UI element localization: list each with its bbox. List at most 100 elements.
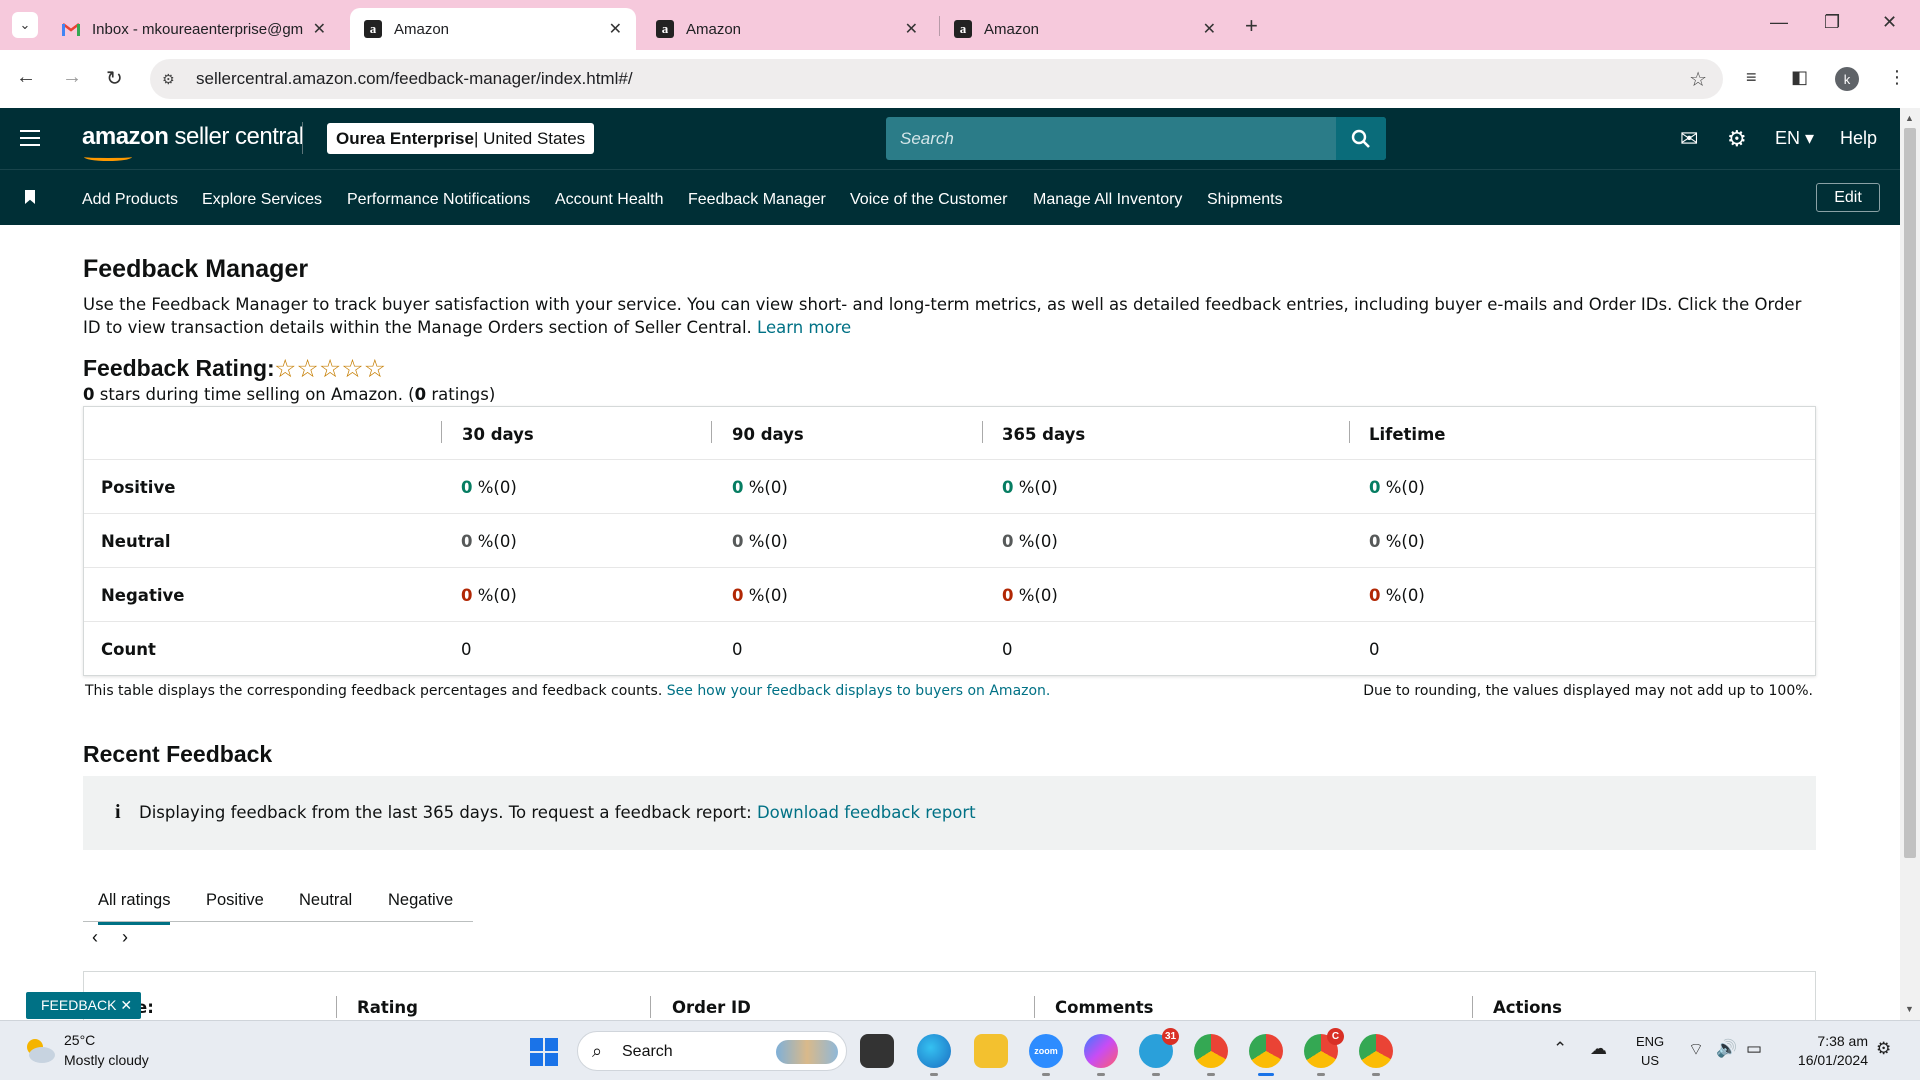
seller-search-input[interactable]: Search [886,117,1386,160]
partly-cloudy-icon[interactable] [22,1035,56,1065]
main-content: Feedback Manager Use the Feedback Manage… [0,225,1900,1020]
nav-shipments[interactable]: Shipments [1207,191,1283,209]
task-view-icon[interactable] [860,1034,894,1068]
tab-amazon-3[interactable]: a Amazon ✕ [940,8,1230,50]
reload-icon[interactable]: ↻ [106,66,123,91]
show-hidden-icons-chevron-icon[interactable]: ⌃ [1553,1039,1567,1059]
edge-icon[interactable] [917,1034,951,1076]
scroll-up-icon[interactable]: ▲ [1905,113,1914,123]
search-button[interactable] [1336,117,1386,160]
windows-taskbar: 25°C Mostly cloudy ⌕ Search zoom 31 C ⌃ … [0,1020,1920,1080]
table-row-neutral: Neutral 0 %(0) 0 %(0) 0 %(0) 0 %(0) [84,514,1815,568]
chrome-menu-icon[interactable]: ⋮ [1888,67,1906,88]
page-scrollbar[interactable]: ▲ ▼ [1900,108,1920,1020]
close-tab-icon[interactable]: ✕ [609,19,622,39]
tab-amazon-2[interactable]: a Amazon ✕ [642,8,932,50]
url-text[interactable]: sellercentral.amazon.com/feedback-manage… [196,69,633,89]
rounding-note: Due to rounding, the values displayed ma… [1363,683,1813,699]
edit-bookmarks-button[interactable]: Edit [1816,183,1880,212]
system-clock[interactable]: 7:38 am 16/01/2024 [1788,1032,1868,1070]
table-header-row: 30 days 90 days 365 days Lifetime [84,407,1815,460]
close-tab-icon[interactable]: ✕ [1203,19,1216,39]
nav-account-health[interactable]: Account Health [555,191,664,209]
hamburger-menu-icon[interactable] [20,130,40,151]
restore-icon[interactable]: ❐ [1824,12,1840,33]
messenger-icon[interactable] [1084,1034,1118,1076]
zoom-icon[interactable]: zoom [1029,1034,1063,1076]
close-tab-icon[interactable]: ✕ [905,19,918,39]
info-alert: i Displaying feedback from the last 365 … [83,776,1816,850]
chrome-profile-4-icon[interactable] [1359,1034,1393,1076]
window-close-icon[interactable]: ✕ [1882,12,1897,33]
search-icon [1351,129,1370,148]
chrome-profile-3-icon[interactable]: C [1304,1028,1344,1076]
col-order-id: Order ID [672,998,751,1017]
previous-page-icon[interactable]: ‹ [92,927,98,948]
onedrive-icon[interactable]: ☁ [1590,1039,1607,1059]
side-panel-icon[interactable]: ◧ [1791,67,1808,88]
tab-positive[interactable]: Positive [206,891,264,910]
help-link[interactable]: Help [1840,128,1877,149]
wifi-icon[interactable]: ⌔ [1688,1039,1704,1060]
feedback-rating-title: Feedback Rating: [83,355,275,381]
col-comments: Comments [1055,998,1154,1017]
amazon-seller-central-logo[interactable]: amazon seller central [82,123,304,161]
col-rating: Rating [357,998,418,1017]
new-tab-plus-icon[interactable]: + [1245,13,1258,39]
back-arrow-icon[interactable]: ← [16,66,36,89]
seller-central-header: amazon seller central Ourea Enterprise |… [0,108,1900,169]
feedback-widget-button[interactable]: FEEDBACK ✕ [26,992,142,1019]
address-bar[interactable]: ⚙ sellercentral.amazon.com/feedback-mana… [150,59,1723,99]
tab-neutral[interactable]: Neutral [299,891,352,910]
file-explorer-icon[interactable] [974,1034,1008,1068]
feedback-metrics-table: 30 days 90 days 365 days Lifetime Positi… [83,406,1816,676]
tab-all-ratings[interactable]: All ratings [98,891,171,925]
tab-gmail[interactable]: Inbox - mkoureaenterprise@gm ✕ [48,8,340,50]
nav-voice-of-customer[interactable]: Voice of the Customer [850,191,1007,209]
nav-explore-services[interactable]: Explore Services [202,191,322,209]
tab-search-chevron-icon[interactable]: ⌄ [12,12,38,38]
nav-add-products[interactable]: Add Products [82,191,178,209]
minimize-icon[interactable]: — [1770,12,1788,33]
rating-filter-tabs: All ratings Positive Neutral Negative [83,874,473,925]
col-30-days: 30 days [462,425,534,444]
learn-more-link[interactable]: Learn more [757,318,851,337]
feedback-display-link[interactable]: See how your feedback displays to buyers… [667,683,1051,699]
col-actions: Actions [1493,998,1562,1017]
language-selector[interactable]: EN ▾ [1775,128,1814,149]
weather-temperature: 25°C [64,1032,96,1048]
windows-start-icon[interactable] [530,1038,558,1066]
gear-icon[interactable]: ⚙ [1727,126,1747,152]
nav-feedback-manager[interactable]: Feedback Manager [688,191,826,209]
download-report-link[interactable]: Download feedback report [757,803,976,822]
scroll-down-icon[interactable]: ▼ [1905,1004,1914,1014]
notifications-icon[interactable]: ⚙ [1876,1039,1891,1059]
chrome-profile-1-icon[interactable] [1194,1034,1228,1076]
bookmark-star-icon[interactable]: ☆ [1689,67,1707,92]
table-row-negative: Negative 0 %(0) 0 %(0) 0 %(0) 0 %(0) [84,568,1815,622]
scroll-thumb[interactable] [1904,128,1916,858]
recent-feedback-title: Recent Feedback [83,741,273,767]
store-switcher[interactable]: Ourea Enterprise | United States [327,123,595,154]
tab-amazon-active[interactable]: a Amazon ✕ [350,8,636,50]
battery-icon[interactable]: ▭ [1746,1039,1762,1059]
amazon-icon: a [954,20,972,38]
close-tab-icon[interactable]: ✕ [313,19,326,39]
chrome-profile-2-icon[interactable] [1249,1034,1283,1076]
site-settings-icon[interactable]: ⚙ [162,71,182,88]
taskbar-search[interactable]: ⌕ Search [577,1031,847,1071]
nav-manage-inventory[interactable]: Manage All Inventory [1033,191,1182,209]
volume-icon[interactable]: 🔊 [1716,1039,1737,1059]
telegram-icon[interactable]: 31 [1139,1028,1179,1076]
input-language[interactable]: ENG US [1636,1032,1664,1070]
browser-tab-bar: ⌄ Inbox - mkoureaenterprise@gm ✕ a Amazo… [0,0,1920,50]
mail-icon[interactable]: ✉ [1680,126,1698,152]
profile-avatar[interactable]: k [1835,67,1859,91]
page-title: Feedback Manager [83,255,309,283]
bookmark-icon[interactable] [25,190,35,204]
media-control-icon[interactable]: ≡ [1746,67,1757,88]
forward-arrow-icon[interactable]: → [62,66,82,89]
tab-negative[interactable]: Negative [388,891,453,910]
next-page-icon[interactable]: › [122,927,128,948]
nav-performance-notifications[interactable]: Performance Notifications [347,191,530,209]
